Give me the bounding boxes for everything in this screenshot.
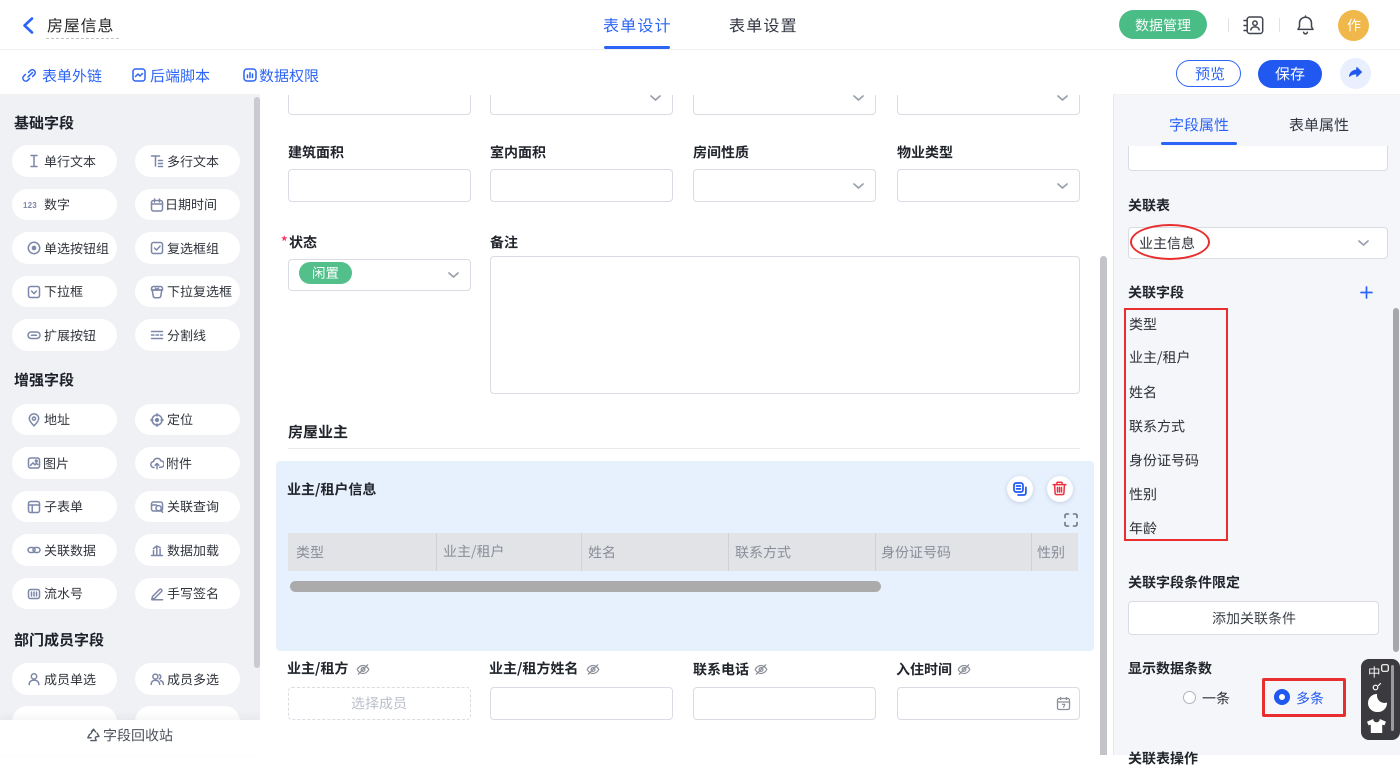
svg-text:123: 123 bbox=[23, 201, 37, 209]
